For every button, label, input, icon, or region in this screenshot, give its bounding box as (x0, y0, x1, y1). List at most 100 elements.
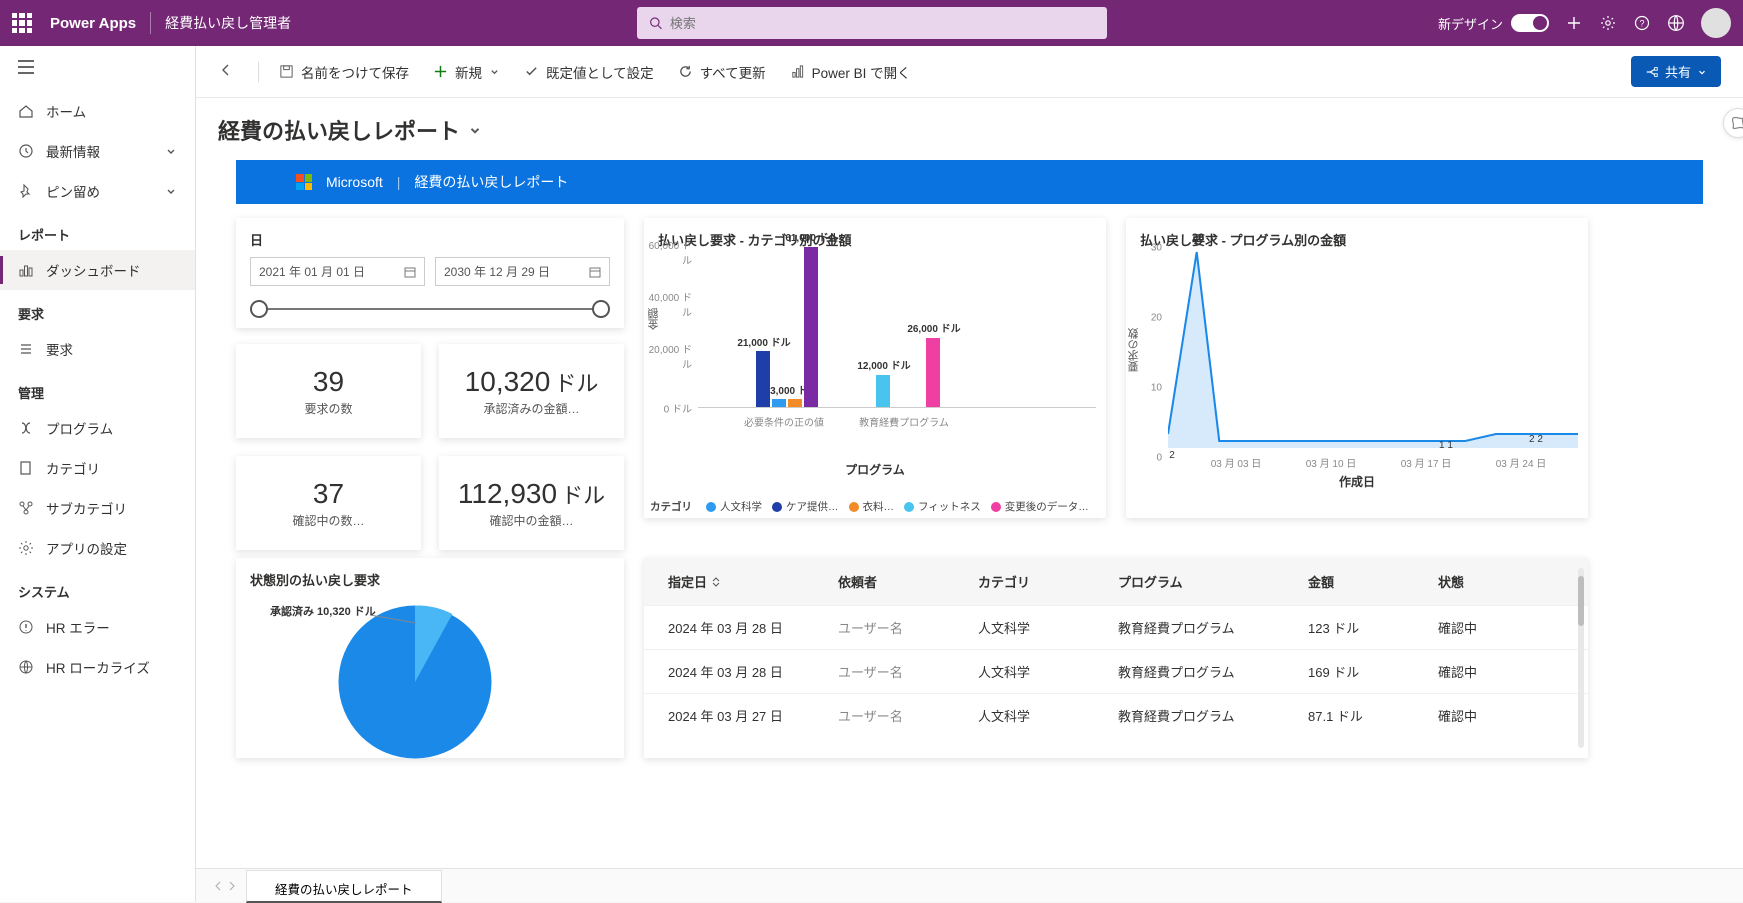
calendar-icon (404, 266, 416, 278)
new-design-label: 新デザイン (1438, 14, 1503, 33)
sort-icon (711, 577, 721, 587)
date-to-input[interactable]: 2030 年 12 月 29 日 (435, 257, 610, 286)
banner-title: 経費の払い戻しレポート (414, 172, 568, 192)
cmd-new[interactable]: 新規 (433, 62, 500, 82)
date-to-value: 2030 年 12 月 29 日 (444, 263, 550, 280)
cmd-default[interactable]: 既定値として設定 (524, 62, 654, 82)
brand-label: Power Apps (50, 15, 136, 32)
date-from-input[interactable]: 2021 年 01 月 01 日 (250, 257, 425, 286)
cmd-refresh[interactable]: すべて更新 (678, 62, 766, 82)
col-user[interactable]: 依頼者 (838, 572, 978, 591)
add-icon[interactable] (1565, 14, 1583, 32)
table-row[interactable]: 2024 年 03 月 28 日ユーザー名人文科学教育経費プログラム123 ドル… (644, 605, 1588, 649)
sheet-tab[interactable]: 経費の払い戻しレポート (246, 870, 442, 903)
date-slider[interactable] (250, 300, 610, 318)
line-ytick: 30 (1126, 243, 1162, 254)
powerbi-icon (790, 64, 805, 79)
line-peak-label: 28 (1192, 232, 1204, 244)
app-name-label: 経費払い戻し管理者 (165, 13, 291, 33)
table-row[interactable]: 2024 年 03 月 28 日ユーザー名人文科学教育経費プログラム169 ドル… (644, 649, 1588, 693)
slider-handle-left[interactable] (250, 300, 268, 318)
bar-label: 61,000 ドル (782, 233, 842, 244)
pie-chart-title: 状態別の払い戻し要求 (250, 570, 610, 589)
nav-section-request: 要求 (0, 290, 195, 329)
globe-icon[interactable] (1667, 14, 1685, 32)
chevron-down-icon (489, 66, 500, 77)
col-program[interactable]: プログラム (1118, 572, 1308, 591)
nav-request[interactable]: 要求 (0, 329, 195, 369)
nav-recent[interactable]: 最新情報 (0, 131, 195, 171)
left-nav: ホーム 最新情報 ピン留め レポート ダッシュボード 要求 要求 管理 プログラ… (0, 46, 196, 902)
search-input[interactable] (670, 16, 1095, 31)
kpi-value: 112,930 (458, 478, 557, 509)
nav-pinned[interactable]: ピン留め (0, 171, 195, 211)
cmd-powerbi[interactable]: Power BI で開く (790, 62, 911, 82)
nav-dashboard-label: ダッシュボード (46, 260, 141, 280)
line-xtick: 03 月 10 日 (1306, 455, 1357, 470)
slider-handle-right[interactable] (592, 300, 610, 318)
nav-program[interactable]: プログラム (0, 408, 195, 448)
chevron-left-icon[interactable] (214, 881, 222, 891)
nav-home[interactable]: ホーム (0, 91, 195, 131)
nav-app-settings[interactable]: アプリの設定 (0, 528, 195, 568)
line-ytick: 10 (1126, 383, 1162, 394)
col-date[interactable]: 指定日 (668, 572, 838, 591)
search-icon (649, 16, 662, 30)
line-xtick: 03 月 03 日 (1211, 455, 1262, 470)
dashboard-icon (18, 262, 34, 278)
chevron-down-icon[interactable] (468, 123, 482, 137)
svg-text:?: ? (1639, 19, 1644, 29)
bar (756, 351, 770, 407)
back-button[interactable] (218, 62, 234, 81)
line-ylabel: 要求の数 (1126, 328, 1142, 372)
share-button[interactable]: 共有 (1631, 56, 1721, 87)
legend-item: 人文科学 (720, 499, 762, 514)
nav-section-system: システム (0, 568, 195, 607)
col-amount[interactable]: 金額 (1308, 572, 1438, 591)
avatar[interactable] (1701, 8, 1731, 38)
help-icon[interactable]: ? (1633, 14, 1651, 32)
search-box[interactable] (637, 7, 1107, 39)
legend-item: フィットネス (918, 499, 981, 514)
check-icon (524, 64, 539, 79)
plus-icon (433, 64, 448, 79)
col-category[interactable]: カテゴリ (978, 572, 1118, 591)
cmd-default-label: 既定値として設定 (546, 62, 654, 82)
bar (772, 399, 786, 407)
document-icon (18, 460, 34, 476)
nav-subcategory[interactable]: サブカテゴリ (0, 488, 195, 528)
page-title: 経費の払い戻しレポート (218, 114, 460, 146)
bar-label: 12,000 ドル (854, 361, 914, 372)
sheet-nav[interactable] (204, 869, 246, 902)
bar-ytick: 40,000 ドル (644, 289, 692, 319)
pie-chart-tile: 状態別の払い戻し要求 承認済み 10,320 ドル (236, 558, 624, 758)
col-status[interactable]: 状態 (1438, 572, 1538, 591)
kpi-value: 39 (313, 366, 344, 398)
line-ytick: 20 (1126, 313, 1162, 324)
table-row[interactable]: 2024 年 03 月 27 日ユーザー名人文科学教育経費プログラム87.1 ド… (644, 693, 1588, 737)
nav-dashboard[interactable]: ダッシュボード (0, 250, 195, 290)
nav-hr-localize[interactable]: HR ローカライズ (0, 647, 195, 687)
nav-hr-error[interactable]: HR エラー (0, 607, 195, 647)
toggle-switch[interactable] (1511, 14, 1549, 32)
kpi-unit: ドル (554, 371, 598, 396)
table-body: 2024 年 03 月 28 日ユーザー名人文科学教育経費プログラム123 ドル… (644, 605, 1588, 757)
bar-plot: 3,000 ドル 21,000 ドル 61,000 ドル 12,000 ドル 2… (698, 228, 1096, 408)
nav-category[interactable]: カテゴリ (0, 448, 195, 488)
cmd-save-as[interactable]: 名前をつけて保存 (258, 62, 409, 82)
chevron-down-icon (1697, 67, 1707, 77)
hamburger-icon[interactable] (0, 46, 195, 91)
line-xlabel: 作成日 (1126, 473, 1588, 490)
table-scrollbar[interactable] (1578, 568, 1584, 748)
gear-icon[interactable] (1599, 14, 1617, 32)
new-design-toggle[interactable]: 新デザイン (1438, 14, 1549, 33)
nav-request-label: 要求 (46, 339, 73, 359)
nav-subcategory-label: サブカテゴリ (46, 498, 127, 518)
bar-xcat: 教育経費プログラム (849, 414, 959, 429)
nav-section-report: レポート (0, 211, 195, 250)
bar (926, 338, 940, 407)
waffle-icon[interactable] (12, 13, 32, 33)
bar-label: 21,000 ドル (734, 338, 794, 349)
nav-hr-localize-label: HR ローカライズ (46, 657, 150, 677)
chevron-right-icon[interactable] (228, 881, 236, 891)
